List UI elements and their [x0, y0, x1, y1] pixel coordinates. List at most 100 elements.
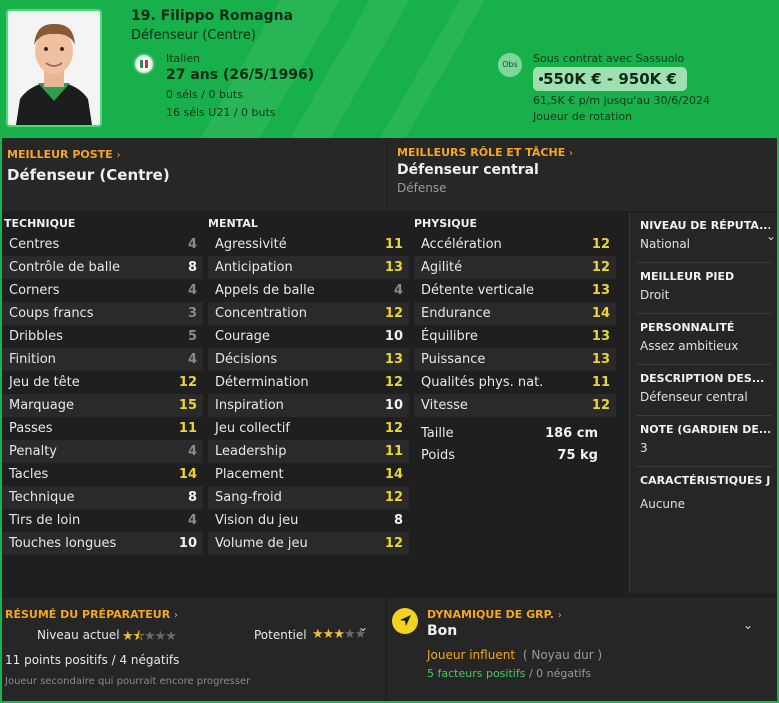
mental-attributes: MENTAL Agressivité 11 Anticipation 13 Appels… — [208, 213, 409, 555]
chevron-down-icon[interactable]: ⌄ — [766, 229, 776, 243]
attribute-row[interactable]: Marquage 15 — [2, 394, 203, 417]
attribute-row[interactable]: Appels de balle 4 — [208, 279, 409, 302]
info-reputation[interactable]: NIVEAU DE RÉPUTA... National ⌄ — [640, 219, 776, 251]
attribute-value: 4 — [393, 283, 403, 298]
negative-factors: 0 négatifs — [536, 667, 592, 680]
best-position-panel: MEILLEUR POSTE › Défenseur (Centre) — [2, 138, 386, 211]
attribute-row[interactable]: Placement 14 — [208, 463, 409, 486]
attribute-row[interactable]: Passes 11 — [2, 417, 203, 440]
attribute-name: Endurance — [421, 306, 491, 321]
attribute-row[interactable]: Jeu collectif 12 — [208, 417, 409, 440]
attribute-name: Équilibre — [421, 329, 478, 344]
attribute-value: 4 — [187, 237, 197, 252]
info-description: DESCRIPTION DES... Défenseur central — [640, 372, 770, 404]
attribute-row[interactable]: Finition 4 — [2, 348, 203, 371]
attribute-row[interactable]: Agressivité 11 — [208, 233, 409, 256]
star-icon: ★ — [333, 627, 345, 642]
attribute-value: 8 — [187, 260, 197, 275]
attribute-row[interactable]: Courage 10 — [208, 325, 409, 348]
social-group: ( Noyau dur ) — [522, 648, 603, 662]
chevron-down-icon[interactable]: ⌄ — [358, 620, 368, 634]
attribute-name: Appels de balle — [215, 283, 315, 298]
info-characteristics: CARACTÉRISTIQUES J Aucune — [640, 474, 770, 511]
attribute-row[interactable]: Puissance 13 — [414, 348, 616, 371]
best-position-link[interactable]: MEILLEUR POSTE › — [7, 147, 121, 161]
attribute-row[interactable]: Coups francs 3 — [2, 302, 203, 325]
attribute-row[interactable]: Leadership 11 — [208, 440, 409, 463]
attribute-value: 8 — [393, 513, 403, 528]
attribute-row[interactable]: Volume de jeu 12 — [208, 532, 409, 555]
attribute-row[interactable]: Centres 4 — [2, 233, 203, 256]
attribute-row[interactable]: Anticipation 13 — [208, 256, 409, 279]
group-dynamics-link[interactable]: DYNAMIQUE DE GRP. › — [427, 607, 562, 621]
star-icon: ★ — [322, 627, 335, 642]
best-role-label: MEILLEURS RÔLE ET TÂCHE — [397, 146, 566, 159]
player-photo — [6, 9, 102, 127]
attribute-row[interactable]: Endurance 14 — [414, 302, 616, 325]
attribute-row[interactable]: Dribbles 5 — [2, 325, 203, 348]
attribute-row[interactable]: Contrôle de balle 8 — [2, 256, 203, 279]
attribute-value: 12 — [178, 375, 197, 390]
compass-icon — [392, 608, 418, 634]
attribute-row[interactable]: Agilité 12 — [414, 256, 616, 279]
transfer-value-badge[interactable]: 550K € - 950K € — [533, 67, 687, 91]
attribute-value: 12 — [384, 306, 403, 321]
attribute-name: Corners — [9, 283, 60, 298]
attribute-row[interactable]: Concentration 12 — [208, 302, 409, 325]
chevron-down-icon[interactable]: ⌄ — [743, 618, 753, 632]
attribute-value: 4 — [187, 444, 197, 459]
attribute-row[interactable]: Penalty 4 — [2, 440, 203, 463]
mental-title: MENTAL — [208, 217, 258, 230]
coach-report-title: RÉSUMÉ DU PRÉPARATEUR — [5, 608, 171, 621]
attribute-row[interactable]: Détermination 12 — [208, 371, 409, 394]
weight-value: 75 kg — [557, 448, 598, 463]
weight-label: Poids — [421, 448, 455, 463]
attribute-row[interactable]: Équilibre 13 — [414, 325, 616, 348]
attribute-name: Tacles — [9, 467, 49, 482]
attribute-value: 4 — [187, 352, 197, 367]
star-icon: ★ — [122, 629, 134, 644]
physical-attributes: PHYSIQUE Accélération 12 Agilité 12 Détente … — [414, 213, 616, 467]
info-personality: PERSONNALITÉ Assez ambitieux — [640, 321, 770, 353]
attribute-value: 12 — [384, 375, 403, 390]
attribute-name: Penalty — [9, 444, 57, 459]
attribute-row[interactable]: Qualités phys. nat. 11 — [414, 371, 616, 394]
attribute-row[interactable]: Inspiration 10 — [208, 394, 409, 417]
chevron-right-icon: › — [174, 610, 179, 621]
attribute-row[interactable]: Technique 8 — [2, 486, 203, 509]
coach-note: Joueur secondaire qui pourrait encore pr… — [5, 676, 251, 687]
info-label: DESCRIPTION DES... — [640, 372, 765, 385]
attribute-value: 4 — [187, 513, 197, 528]
attribute-row[interactable]: Décisions 13 — [208, 348, 409, 371]
attribute-row[interactable]: Corners 4 — [2, 279, 203, 302]
attribute-row[interactable]: Tacles 14 — [2, 463, 203, 486]
attribute-value: 12 — [591, 260, 610, 275]
current-ability-stars: ★⯪★★★ — [122, 627, 177, 649]
attribute-row[interactable]: Vision du jeu 8 — [208, 509, 409, 532]
attribute-value: 13 — [384, 260, 403, 275]
attribute-row[interactable]: Sang-froid 12 — [208, 486, 409, 509]
coach-points: 11 points positifs / 4 négatifs — [5, 653, 180, 667]
coach-report-link[interactable]: RÉSUMÉ DU PRÉPARATEUR › — [5, 607, 178, 621]
player-nationality: Italien — [166, 52, 201, 65]
italy-flag-icon — [133, 53, 155, 75]
attribute-value: 15 — [178, 398, 197, 413]
height-label: Taille — [421, 426, 454, 441]
attribute-value: 8 — [187, 490, 197, 505]
star-icon: ⯪ — [132, 629, 145, 644]
attribute-row[interactable]: Vitesse 12 — [414, 394, 616, 417]
attribute-row[interactable]: Tirs de loin 4 — [2, 509, 203, 532]
attribute-name: Technique — [9, 490, 75, 505]
attribute-row[interactable]: Touches longues 10 — [2, 532, 203, 555]
attribute-row[interactable]: Accélération 12 — [414, 233, 616, 256]
player-header: 19. Filippo Romagna Défenseur (Centre) I… — [0, 0, 779, 138]
best-role-link[interactable]: MEILLEURS RÔLE ET TÂCHE › — [397, 145, 573, 159]
attribute-name: Concentration — [215, 306, 307, 321]
obs-icon[interactable]: Obs — [498, 53, 522, 77]
star-icon: ★ — [312, 627, 324, 642]
attribute-row[interactable]: Jeu de tête 12 — [2, 371, 203, 394]
squad-role: Joueur de rotation — [533, 110, 633, 123]
star-icon: ★ — [343, 627, 356, 642]
info-value: National — [640, 237, 691, 251]
attribute-row[interactable]: Détente verticale 13 — [414, 279, 616, 302]
